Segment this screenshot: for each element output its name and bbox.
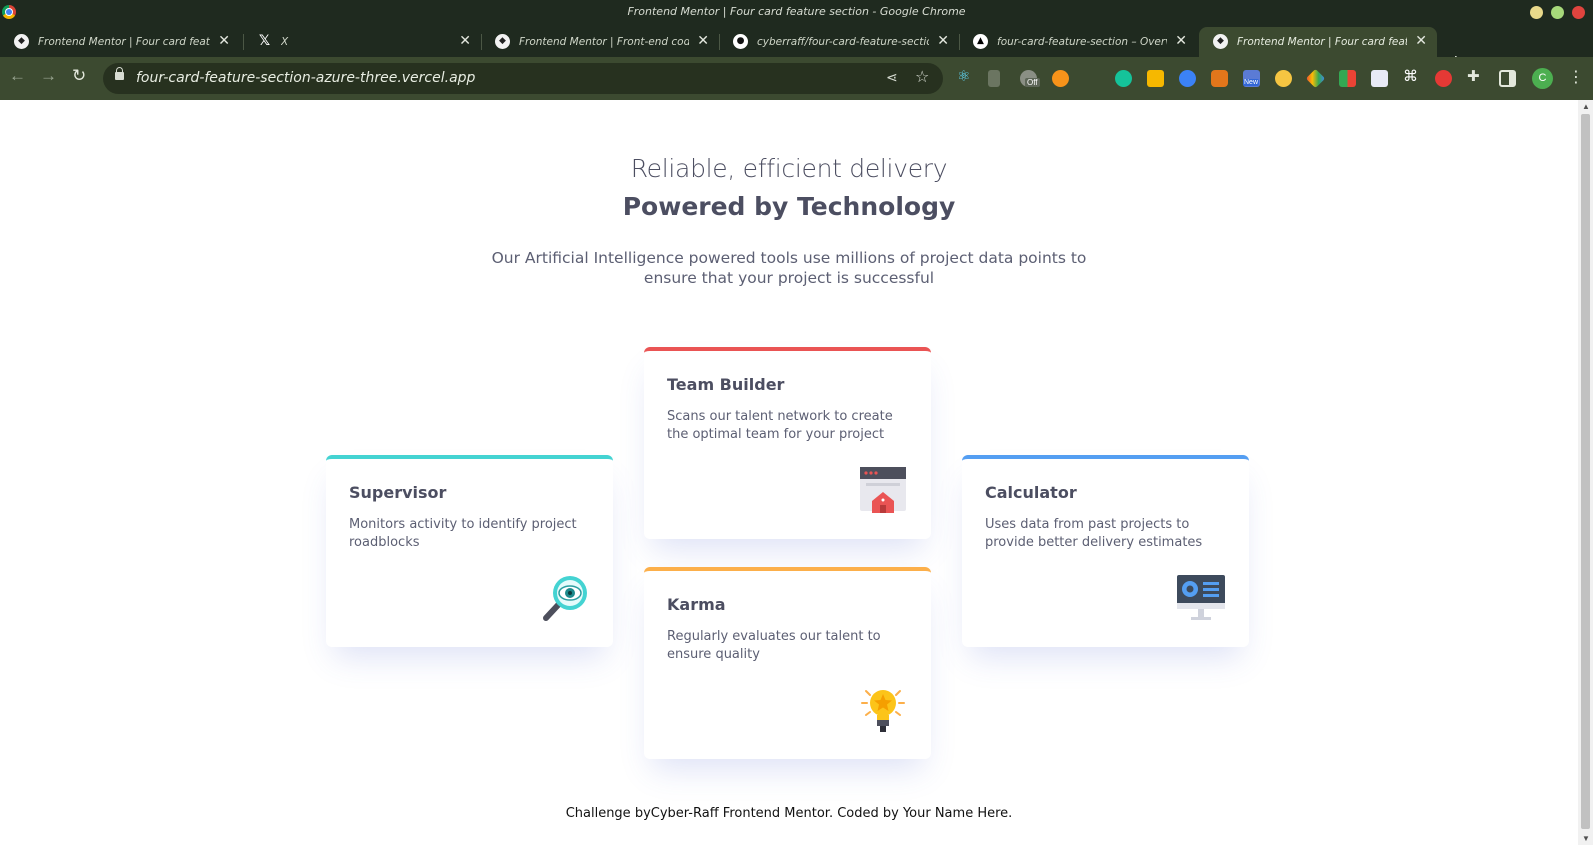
magnifier-eye-icon	[543, 576, 587, 621]
scrollbar-thumb[interactable]	[1581, 114, 1590, 829]
scroll-down-arrow-icon[interactable]: ▼	[1582, 834, 1590, 843]
tab-strip: ◆ Frontend Mentor | Four card feature se…	[0, 24, 1593, 73]
tab-label: Frontend Mentor | Front-end coding chall…	[519, 36, 689, 48]
bing-extension-icon[interactable]	[1435, 70, 1452, 87]
card-team-builder: Team Builder Scans our talent network to…	[644, 347, 931, 539]
color-extension-icon[interactable]	[1339, 70, 1356, 87]
cookie-extension-icon[interactable]	[1275, 70, 1292, 87]
lock-icon[interactable]	[115, 67, 124, 80]
scroll-up-arrow-icon[interactable]: ▲	[1582, 102, 1590, 111]
tab-label: Frontend Mentor | Four card feature sect…	[1237, 36, 1407, 48]
bitcoin-extension-icon[interactable]	[1052, 70, 1069, 87]
frontend-mentor-icon: ◆	[14, 34, 29, 49]
close-tab-icon[interactable]: ✕	[218, 33, 230, 49]
close-tab-icon[interactable]: ✕	[697, 33, 709, 49]
close-window-button[interactable]	[1572, 6, 1585, 19]
tab-frontend-mentor-1[interactable]: ◆ Frontend Mentor | Four card feature se…	[0, 27, 240, 57]
card-text: Regularly evaluates our talent to ensure…	[667, 629, 881, 662]
close-tab-icon[interactable]: ✕	[1415, 33, 1427, 49]
page-description: Our Artificial Intelligence powered tool…	[491, 249, 1087, 287]
tab-label: Frontend Mentor | Four card feature sect…	[38, 36, 210, 48]
page-subtitle: Reliable, efficient delivery	[630, 154, 948, 183]
card-title: Karma	[667, 595, 726, 614]
monitor-calculator-icon	[1177, 575, 1225, 620]
lightbulb-icon	[861, 690, 905, 732]
tab-label: four-card-feature-section – Overview - V…	[997, 36, 1167, 48]
tab-github[interactable]: ● cyberraff/four-card-feature-section: T…	[719, 27, 959, 57]
page-scrollbar[interactable]: ▲ ▼	[1578, 100, 1593, 845]
maximize-button[interactable]	[1551, 6, 1564, 19]
new-extension-icon[interactable]: New	[1243, 70, 1260, 87]
address-bar[interactable]: four-card-feature-section-azure-three.ve…	[103, 63, 943, 94]
ethereum-extension-icon[interactable]	[1179, 70, 1196, 87]
page-content: Reliable, efficient delivery Powered by …	[0, 100, 1578, 845]
tab-label: cyberraff/four-card-feature-section: Thi…	[757, 36, 929, 48]
off-badge: Off	[1025, 78, 1040, 87]
tab-vercel[interactable]: ▲ four-card-feature-section – Overview -…	[959, 27, 1197, 57]
card-supervisor: Supervisor Monitors activity to identify…	[326, 455, 613, 647]
diamond-extension-icon[interactable]	[1305, 68, 1326, 89]
keep-extension-icon[interactable]	[1147, 70, 1164, 87]
puzzle-extensions-icon[interactable]: ✚	[1467, 67, 1484, 85]
vercel-icon: ▲	[973, 34, 988, 49]
window-titlebar: Frontend Mentor | Four card feature sect…	[0, 0, 1593, 24]
metamask-extension-icon[interactable]	[1211, 70, 1228, 87]
profile-avatar[interactable]: C	[1532, 68, 1553, 89]
browser-toolbar: ← → ↻ four-card-feature-section-azure-th…	[0, 57, 1593, 100]
command-extension-icon[interactable]: ⌘	[1403, 67, 1420, 85]
tab-label: X	[281, 36, 289, 48]
sidebar-toggle-icon[interactable]	[1499, 70, 1516, 87]
card-calculator: Calculator Uses data from past projects …	[962, 455, 1249, 647]
tab-frontend-mentor-active[interactable]: ◆ Frontend Mentor | Four card feature se…	[1199, 27, 1437, 57]
frontend-mentor-icon: ◆	[1213, 34, 1228, 49]
x-icon: 𝕏	[258, 33, 271, 49]
card-karma: Karma Regularly evaluates our talent to …	[644, 567, 931, 759]
card-text: Uses data from past projects to provide …	[985, 517, 1203, 550]
tab-x[interactable]: 𝕏 X ✕	[243, 27, 481, 57]
url-text[interactable]: four-card-feature-section-azure-three.ve…	[136, 70, 475, 86]
extension-off-icon[interactable]: Off	[1020, 70, 1040, 87]
extension-icon[interactable]	[988, 70, 1000, 87]
page-heading: Powered by Technology	[622, 192, 956, 221]
minimize-button[interactable]	[1530, 6, 1543, 19]
reload-icon[interactable]: ↻	[72, 66, 86, 86]
team-builder-icon	[860, 467, 906, 513]
tab-frontend-mentor-2[interactable]: ◆ Frontend Mentor | Front-end coding cha…	[481, 27, 719, 57]
b-extension-icon[interactable]	[1371, 70, 1388, 87]
page-footer: Challenge byCyber-Raff Frontend Mentor. …	[565, 806, 1013, 821]
card-title: Calculator	[985, 483, 1077, 502]
close-tab-icon[interactable]: ✕	[459, 33, 471, 49]
share-icon[interactable]: ⋖	[886, 69, 898, 86]
card-text: Scans our talent network to create the o…	[667, 409, 893, 442]
card-text: Monitors activity to identify project ro…	[349, 517, 577, 550]
react-devtools-extension-icon[interactable]: ⚛	[957, 67, 974, 85]
close-tab-icon[interactable]: ✕	[1175, 33, 1187, 49]
grammarly-extension-icon[interactable]	[1115, 70, 1132, 87]
window-title: Frontend Mentor | Four card feature sect…	[627, 5, 966, 18]
forward-arrow-icon[interactable]: →	[40, 66, 57, 86]
back-arrow-icon[interactable]: ←	[9, 66, 26, 86]
close-tab-icon[interactable]: ✕	[937, 33, 949, 49]
new-badge: New	[1243, 79, 1260, 86]
card-title: Supervisor	[349, 483, 447, 502]
bookmark-star-icon[interactable]: ☆	[915, 67, 929, 87]
frontend-mentor-icon: ◆	[495, 34, 510, 49]
menu-dots-icon[interactable]: ⋮	[1568, 67, 1584, 87]
card-title: Team Builder	[667, 375, 785, 394]
github-icon: ●	[733, 34, 748, 49]
